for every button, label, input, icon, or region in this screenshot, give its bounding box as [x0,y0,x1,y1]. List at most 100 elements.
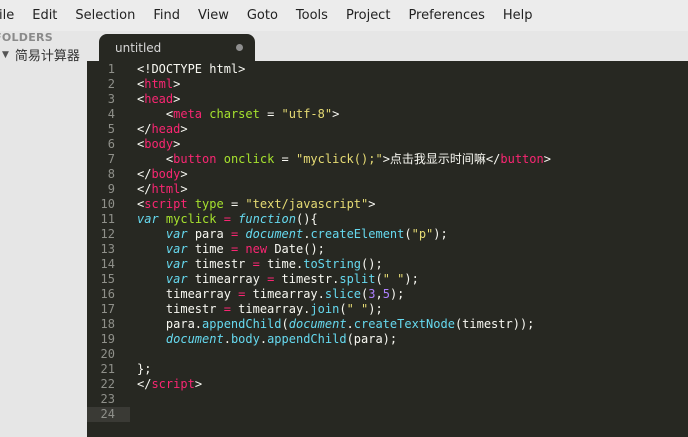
code-text: </body> [137,167,188,182]
code-text: var timestr = time.toString(); [137,257,383,272]
code-token: > [543,152,551,166]
menu-item-view[interactable]: View [189,0,238,31]
code-token: function [238,212,296,226]
menu-item-goto[interactable]: Goto [238,0,287,31]
code-token: time [187,242,231,256]
code-line[interactable]: 22 </script> [87,377,688,392]
menu-item-help[interactable]: Help [494,0,542,31]
line-number: 7 [107,152,115,166]
code-token: (timestr)); [454,317,535,331]
code-line[interactable]: 2 <html> [87,77,688,92]
code-area[interactable]: 1 <!DOCTYPE html> 2 <html> 3 <head> 4 <meta ch… [87,62,688,422]
code-line[interactable]: 6 <body> [87,137,688,152]
code-token: (); [361,257,383,271]
code-line[interactable]: 13 var time = new Date(); [87,242,688,257]
code-line[interactable]: 21}; [87,362,688,377]
code-token: , [375,287,383,301]
code-line[interactable]: 7 <button onclick = "myclick();">点击我显示时间… [87,152,688,167]
code-line[interactable]: 15 var timearray = timestr.split(" "); [87,272,688,287]
menu-item-find[interactable]: Find [144,0,189,31]
code-line[interactable]: 14 var timestr = time.toString(); [87,257,688,272]
code-line[interactable]: 19 document.body.appendChild(para); [87,332,688,347]
code-text: var para = document.createElement("p"); [137,227,448,242]
code-line[interactable]: 9 </html> [87,182,688,197]
code-token: timearray [137,287,239,301]
disclosure-triangle-icon[interactable]: ▼ [2,50,9,60]
menu-item-project[interactable]: Project [337,0,399,31]
code-token: " " [382,272,405,286]
code-token: new [245,242,268,256]
code-line[interactable]: 3 <head> [87,92,688,107]
code-line[interactable]: 17 timestr = timearray.join(" "); [87,302,688,317]
code-line[interactable]: 16 timearray = timearray.slice(3,5); [87,287,688,302]
code-token: > [180,182,188,196]
code-text: </head> [137,122,188,137]
code-line[interactable]: 12 var para = document.createElement("p"… [87,227,688,242]
code-line[interactable]: 20 [87,347,688,362]
code-token: > [180,167,188,181]
code-token: document [245,227,304,241]
line-number: 18 [100,317,115,331]
code-token: timearray. [245,287,325,301]
code-token: <!DOCTYPE html> [137,62,246,76]
code-token: </ [137,377,152,391]
code-text: </script> [137,377,202,392]
code-token: = [223,212,231,226]
code-line[interactable]: 24 [87,407,130,422]
code-token: (para); [346,332,398,346]
code-line[interactable]: 18 para.appendChild(document.createTextN… [87,317,688,332]
code-text: }; [137,362,151,377]
code-editor[interactable]: 1 <!DOCTYPE html> 2 <html> 3 <head> 4 <meta ch… [87,61,688,437]
code-line[interactable]: 8 </body> [87,167,688,182]
tab-untitled[interactable]: untitled [99,34,255,61]
code-token: "utf-8" [281,107,333,121]
code-token: time. [259,257,304,271]
line-number: 1 [107,62,115,76]
code-token: body [151,167,181,181]
menu-item-preferences[interactable]: Preferences [399,0,493,31]
code-token: head [144,92,174,106]
code-text: timearray = timearray.slice(3,5); [137,287,405,302]
menu-item-ile[interactable]: ile [0,0,23,31]
code-text: para.appendChild(document.createTextNode… [137,317,535,332]
menu-item-edit[interactable]: Edit [23,0,66,31]
code-line[interactable]: 11 var myclick = function(){ [87,212,688,227]
line-number: 11 [100,212,115,226]
line-number: 24 [100,407,115,421]
code-token: toString [303,257,362,271]
code-token: </ [137,167,152,181]
line-number: 17 [100,302,115,316]
folder-item[interactable]: ▼ 简易计算器 [0,45,80,64]
line-number: 10 [100,197,115,211]
code-token: var [165,227,188,241]
code-line[interactable]: 10 <script type = "text/javascript"> [87,197,688,212]
code-line[interactable]: 23 [87,392,688,407]
code-token: > [180,122,188,136]
code-line[interactable]: 4 <meta charset = "utf-8"> [87,107,688,122]
code-text: var time = new Date(); [137,242,325,257]
menu-item-tools[interactable]: Tools [287,0,337,31]
code-text: <script type = "text/javascript"> [137,197,375,212]
line-number: 2 [107,77,115,91]
code-token: </ [137,122,152,136]
code-token: ( [375,272,383,286]
folder-name: 简易计算器 [14,49,80,64]
code-line[interactable]: 5 </head> [87,122,688,137]
code-line[interactable]: 1 <!DOCTYPE html> [87,62,688,77]
menu-item-selection[interactable]: Selection [66,0,144,31]
code-token: "p" [411,227,434,241]
code-token: ); [433,227,448,241]
code-token: var [165,272,188,286]
code-token: body [144,137,174,151]
code-token: ( [404,227,412,241]
code-token: < [137,152,174,166]
code-token: appendChild [267,332,347,346]
unsaved-dot-icon[interactable] [236,44,243,51]
code-token: }; [137,362,152,376]
code-token: "text/javascript" [245,197,369,211]
code-token: createTextNode [353,317,455,331]
code-text: <button onclick = "myclick();">点击我显示时间嘛<… [137,152,551,167]
